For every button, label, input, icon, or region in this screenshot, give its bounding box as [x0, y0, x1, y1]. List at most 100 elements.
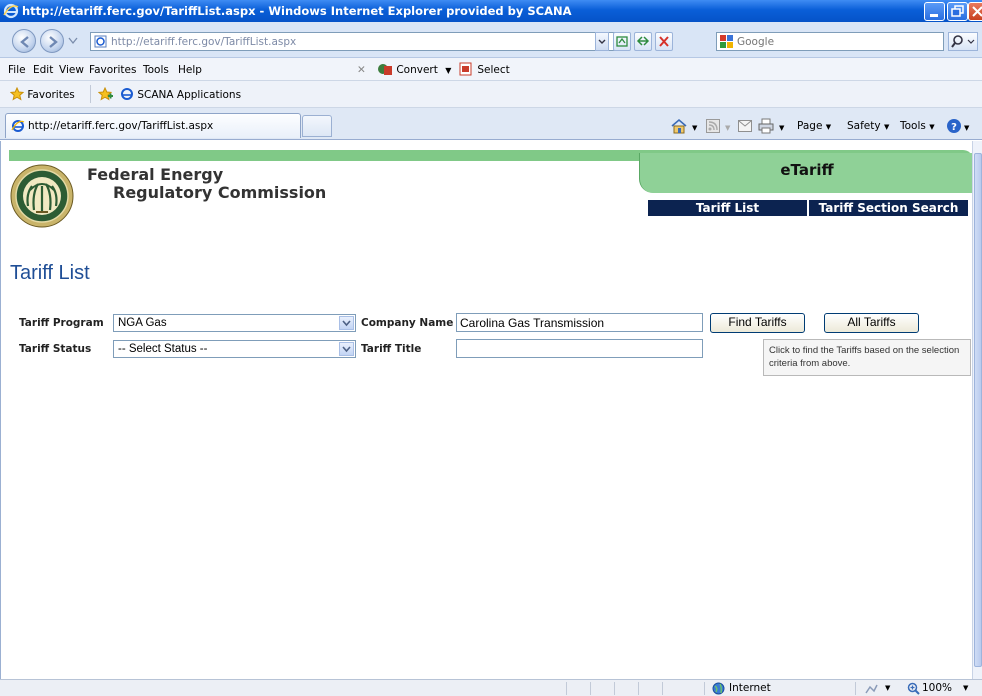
scrollbar-thumb[interactable] — [974, 153, 982, 667]
feeds-icon[interactable] — [706, 119, 720, 133]
new-tab-button[interactable] — [302, 115, 332, 137]
convert-label: Convert — [396, 64, 438, 76]
nav-tariff-section-search[interactable]: Tariff Section Search — [809, 200, 968, 216]
internet-explorer-icon — [3, 3, 19, 19]
chevron-down-icon[interactable]: ▼ — [885, 684, 890, 692]
feeds-dropdown-icon[interactable]: ▼ — [725, 124, 730, 132]
etariff-header: eTariff — [639, 153, 972, 193]
google-icon — [720, 35, 733, 48]
ie-page-icon — [11, 120, 25, 132]
page-content: eTariff Federal Energy Regulatory Commis… — [0, 141, 972, 679]
search-box[interactable] — [716, 32, 944, 51]
company-name-field[interactable] — [456, 313, 703, 332]
menu-help[interactable]: Help — [178, 64, 202, 76]
print-dropdown-icon[interactable]: ▼ — [779, 124, 784, 132]
tab-row: http://etariff.ferc.gov/TariffList.aspx … — [0, 108, 982, 140]
add-favorite-icon[interactable] — [98, 87, 114, 102]
menu-view[interactable]: View — [59, 64, 84, 76]
back-button[interactable] — [12, 29, 36, 53]
site-nav: Tariff List Tariff Section Search — [648, 200, 968, 216]
tariff-status-value: -- Select Status -- — [118, 343, 208, 355]
compatibility-view-button[interactable] — [613, 32, 631, 51]
find-tariffs-button[interactable]: Find Tariffs — [710, 313, 805, 333]
favorites-bar: Favorites SCANA Applications — [0, 81, 982, 108]
stop-button[interactable] — [655, 32, 673, 51]
url-input[interactable] — [111, 34, 591, 49]
chevron-down-icon: ▼ — [929, 123, 935, 131]
search-button[interactable] — [948, 32, 978, 51]
close-window-button[interactable] — [968, 2, 982, 21]
browser-tab-active[interactable]: http://etariff.ferc.gov/TariffList.aspx — [5, 113, 301, 138]
tariff-title-label: Tariff Title — [361, 343, 422, 355]
chevron-down-icon — [598, 39, 606, 44]
menu-bar: File Edit View Favorites Tools Help ✕ Co… — [0, 58, 982, 81]
find-tariffs-tooltip: Click to find the Tariffs based on the s… — [763, 339, 971, 376]
favorites-button[interactable]: Favorites — [9, 86, 75, 103]
help-icon[interactable]: ? — [946, 118, 962, 134]
refresh-icon — [636, 36, 650, 46]
restore-button[interactable] — [947, 2, 968, 21]
status-cell — [662, 682, 682, 695]
status-cell — [704, 682, 849, 695]
address-row — [0, 22, 982, 58]
select-label: Select — [477, 64, 510, 76]
all-tariffs-button[interactable]: All Tariffs — [824, 313, 919, 333]
address-bar[interactable] — [90, 32, 620, 51]
chevron-down-icon: ▼ — [445, 66, 452, 75]
chevron-down-icon: ▼ — [825, 123, 832, 131]
stop-icon — [659, 36, 669, 47]
select-pdf-icon — [459, 62, 472, 76]
help-dropdown-icon[interactable]: ▼ — [964, 124, 969, 132]
status-bar: Internet ▼ 100% ▼ — [0, 679, 982, 696]
print-icon[interactable] — [758, 118, 774, 134]
minimize-button[interactable] — [924, 2, 945, 21]
compatibility-icon — [616, 36, 628, 47]
page-menu[interactable]: Page ▼ — [797, 120, 831, 132]
ferc-seal-logo — [10, 164, 74, 228]
toolbar-close-icon[interactable]: ✕ — [357, 64, 366, 76]
nav-tariff-list[interactable]: Tariff List — [648, 200, 807, 216]
page-title: Tariff List — [10, 262, 90, 284]
mail-icon[interactable] — [738, 120, 752, 132]
vertical-scrollbar[interactable] — [972, 141, 982, 679]
favorite-link-scana[interactable]: SCANA Applications — [120, 87, 241, 103]
star-icon — [9, 86, 25, 101]
status-cell — [638, 682, 658, 695]
security-zone-label: Internet — [729, 682, 771, 694]
search-input[interactable] — [737, 34, 937, 49]
safety-menu[interactable]: Safety ▼ — [847, 120, 889, 132]
tariff-status-select[interactable]: -- Select Status -- — [113, 340, 356, 358]
menu-tools[interactable]: Tools — [143, 64, 169, 76]
menu-favorites[interactable]: Favorites — [89, 64, 136, 76]
protected-mode-icon[interactable] — [864, 683, 878, 695]
org-name-line2: Regulatory Commission — [113, 183, 327, 202]
tools-menu-label: Tools — [900, 120, 926, 132]
home-icon[interactable] — [670, 118, 688, 134]
zoom-icon[interactable] — [907, 682, 920, 695]
zoom-dropdown-icon[interactable]: ▼ — [963, 684, 968, 692]
forward-button[interactable] — [40, 29, 64, 53]
status-cell — [590, 682, 610, 695]
menu-file[interactable]: File — [8, 64, 26, 76]
select-button[interactable]: Select — [458, 62, 510, 78]
tariff-title-field[interactable] — [456, 339, 703, 358]
convert-pdf-icon — [378, 64, 392, 75]
globe-icon — [712, 682, 725, 695]
address-dropdown-button[interactable] — [595, 32, 609, 51]
close-icon — [972, 6, 982, 17]
zoom-level[interactable]: 100% — [922, 682, 952, 694]
convert-button[interactable]: Convert ▼ — [377, 62, 451, 78]
ie-page-icon — [121, 88, 133, 100]
status-cell — [855, 682, 903, 695]
tab-label: http://etariff.ferc.gov/TariffList.aspx — [28, 120, 214, 132]
home-dropdown-icon[interactable]: ▼ — [692, 124, 697, 132]
org-name-line1: Federal Energy — [87, 165, 224, 184]
history-dropdown-icon[interactable] — [68, 37, 78, 45]
restore-icon — [951, 5, 964, 17]
search-icon — [951, 35, 975, 48]
tariff-program-value: NGA Gas — [118, 317, 167, 329]
tools-menu[interactable]: Tools ▼ — [900, 120, 935, 132]
tariff-program-select[interactable]: NGA Gas — [113, 314, 356, 332]
menu-edit[interactable]: Edit — [33, 64, 53, 76]
refresh-button[interactable] — [634, 32, 652, 51]
